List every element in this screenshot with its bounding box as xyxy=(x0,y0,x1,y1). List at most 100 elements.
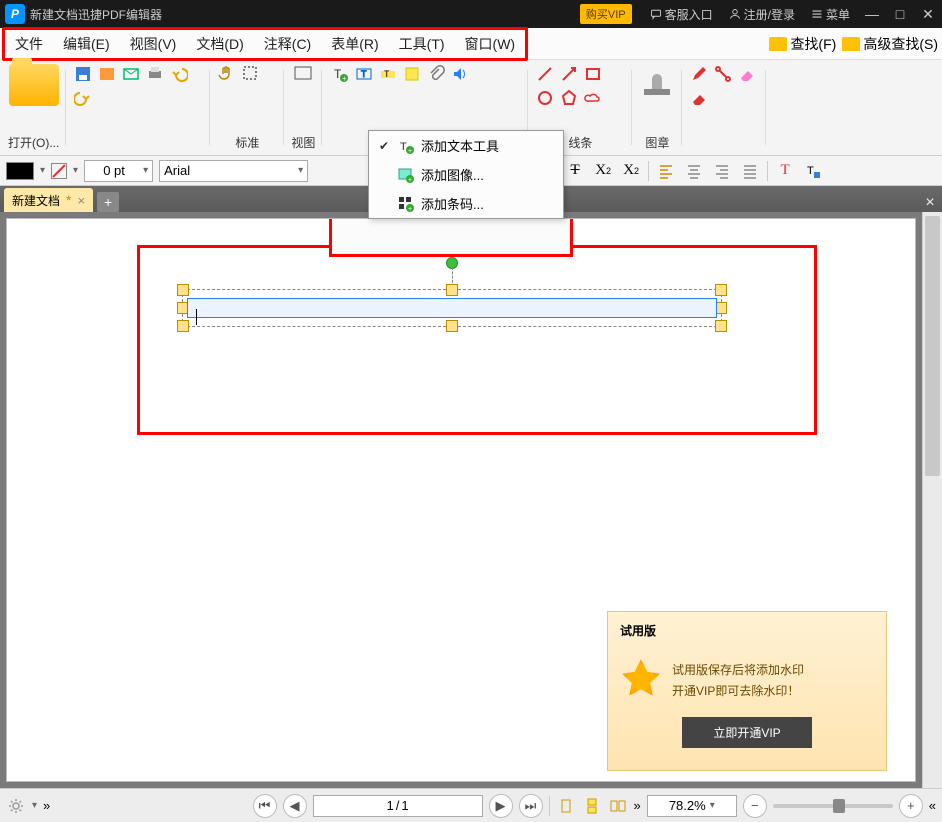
menu-tools[interactable]: 工具(T) xyxy=(389,30,455,58)
buy-vip-button[interactable]: 购买VIP xyxy=(580,4,632,24)
support-link[interactable]: 客服入口 xyxy=(642,6,721,23)
text-color-button[interactable]: T xyxy=(774,160,796,182)
stamp-icon[interactable] xyxy=(639,64,675,100)
first-page-button[interactable]: ⏮ xyxy=(253,794,277,818)
font-size-combo[interactable]: ▾ xyxy=(84,160,153,182)
menubar: 文件 编辑(E) 视图(V) 文档(D) 注释(C) 表单(R) 工具(T) 窗… xyxy=(0,28,942,60)
view-icon[interactable] xyxy=(293,64,313,84)
highlight-box-toolbar xyxy=(329,219,573,257)
layout-continuous-icon[interactable] xyxy=(582,796,602,816)
menu-window[interactable]: 窗口(W) xyxy=(455,30,526,58)
undo-icon[interactable] xyxy=(169,64,189,84)
expand-layout-icon[interactable]: » xyxy=(634,798,641,813)
dropdown-add-text[interactable]: ✔ T+ 添加文本工具 xyxy=(369,131,563,160)
align-justify-button[interactable] xyxy=(739,160,761,182)
zoom-in-button[interactable]: + xyxy=(899,794,923,818)
expand-left-icon[interactable]: » xyxy=(43,798,50,813)
hamburger-menu[interactable]: 菜单 xyxy=(803,6,858,23)
note-yellow-icon[interactable] xyxy=(402,64,422,84)
eraser-icon[interactable] xyxy=(737,64,757,84)
menu-form[interactable]: 表单(R) xyxy=(321,30,388,58)
hand-icon[interactable] xyxy=(217,64,237,84)
resize-handle-tl[interactable] xyxy=(177,284,189,296)
upgrade-vip-button[interactable]: 立即开通VIP xyxy=(682,717,812,748)
folder-icon xyxy=(769,37,787,51)
connect-icon[interactable] xyxy=(713,64,733,84)
print-icon[interactable] xyxy=(145,64,165,84)
maximize-button[interactable]: □ xyxy=(886,6,914,22)
page-indicator[interactable]: 1 / 1 xyxy=(313,795,483,817)
tab-strip-close-button[interactable]: × xyxy=(918,194,942,212)
menu-file[interactable]: 文件 xyxy=(5,30,53,58)
line-icon[interactable] xyxy=(535,64,555,84)
dropdown-add-barcode[interactable]: + 添加条码... xyxy=(369,189,563,218)
new-tab-button[interactable]: + xyxy=(97,192,119,212)
zoom-slider[interactable] xyxy=(773,804,893,808)
text-input-area[interactable] xyxy=(187,298,717,318)
zoom-out-button[interactable]: − xyxy=(743,794,767,818)
text-save-button[interactable]: T xyxy=(802,160,824,182)
layout-single-icon[interactable] xyxy=(556,796,576,816)
menu-view[interactable]: 视图(V) xyxy=(120,30,187,58)
document-tab[interactable]: 新建文档 * × xyxy=(4,188,93,212)
tab-close-button[interactable]: × xyxy=(77,193,85,208)
audio-icon[interactable] xyxy=(450,64,470,84)
circle-icon[interactable] xyxy=(535,88,555,108)
prev-page-button[interactable]: ◀ xyxy=(283,794,307,818)
expand-right-icon[interactable]: « xyxy=(929,798,936,813)
zoom-combo[interactable]: 78.2%▾ xyxy=(647,795,737,817)
highlight-text-icon[interactable]: T xyxy=(378,64,398,84)
scrollbar-thumb[interactable] xyxy=(925,216,940,476)
font-family-input[interactable] xyxy=(164,163,294,178)
open-group[interactable]: 打开(O)... xyxy=(4,62,63,153)
zoom-slider-knob[interactable] xyxy=(833,799,845,813)
select-icon[interactable] xyxy=(241,64,261,84)
tab-label: 新建文档 xyxy=(12,192,60,209)
vertical-scrollbar[interactable] xyxy=(922,212,942,788)
align-center-button[interactable] xyxy=(683,160,705,182)
font-size-input[interactable] xyxy=(89,163,139,178)
font-family-combo[interactable]: ▾ xyxy=(159,160,308,182)
align-right-button[interactable] xyxy=(711,160,733,182)
advanced-find-button[interactable]: 高级查找(S) xyxy=(842,34,938,54)
cloud-icon[interactable] xyxy=(583,88,603,108)
attach-icon[interactable] xyxy=(426,64,446,84)
text-box-icon[interactable]: T xyxy=(354,64,374,84)
resize-handle-br[interactable] xyxy=(715,320,727,332)
dropdown-add-image[interactable]: + 添加图像... xyxy=(369,160,563,189)
layout-facing-icon[interactable] xyxy=(608,796,628,816)
next-page-button[interactable]: ▶ xyxy=(489,794,513,818)
last-page-button[interactable]: ⏭ xyxy=(519,794,543,818)
subscript-button[interactable]: X2 xyxy=(592,160,614,182)
menu-document[interactable]: 文档(D) xyxy=(186,30,253,58)
login-link[interactable]: 注册/登录 xyxy=(721,6,803,23)
save-icon[interactable] xyxy=(73,64,93,84)
email-icon[interactable] xyxy=(121,64,141,84)
document-page[interactable]: 试用版 试用版保存后将添加水印 开通VIP即可去除水印！ 立即开通VIP xyxy=(6,218,916,782)
find-button[interactable]: 查找(F) xyxy=(769,34,836,54)
resize-handle-bm[interactable] xyxy=(446,320,458,332)
rect-icon[interactable] xyxy=(583,64,603,84)
arrow-icon[interactable] xyxy=(559,64,579,84)
resize-handle-tr[interactable] xyxy=(715,284,727,296)
polygon-icon[interactable] xyxy=(559,88,579,108)
convert-icon[interactable] xyxy=(97,64,117,84)
superscript-button[interactable]: X2 xyxy=(620,160,642,182)
settings-icon[interactable] xyxy=(6,796,26,816)
redo-icon[interactable] xyxy=(73,88,93,108)
strike-button[interactable]: T xyxy=(564,160,586,182)
text-frame[interactable] xyxy=(182,289,722,327)
align-left-button[interactable] xyxy=(655,160,677,182)
color-swatch[interactable] xyxy=(6,162,34,180)
add-text-icon[interactable]: T+ xyxy=(330,64,350,84)
resize-handle-tm[interactable] xyxy=(446,284,458,296)
menu-comment[interactable]: 注释(C) xyxy=(254,30,321,58)
pencil-red-icon[interactable] xyxy=(689,64,709,84)
no-color-swatch[interactable] xyxy=(51,163,67,179)
minimize-button[interactable]: — xyxy=(858,6,886,22)
menu-edit[interactable]: 编辑(E) xyxy=(53,30,120,58)
eraser-red-icon[interactable] xyxy=(689,88,709,108)
text-tool-icon: T+ xyxy=(397,137,415,155)
resize-handle-bl[interactable] xyxy=(177,320,189,332)
close-button[interactable]: ✕ xyxy=(914,6,942,23)
